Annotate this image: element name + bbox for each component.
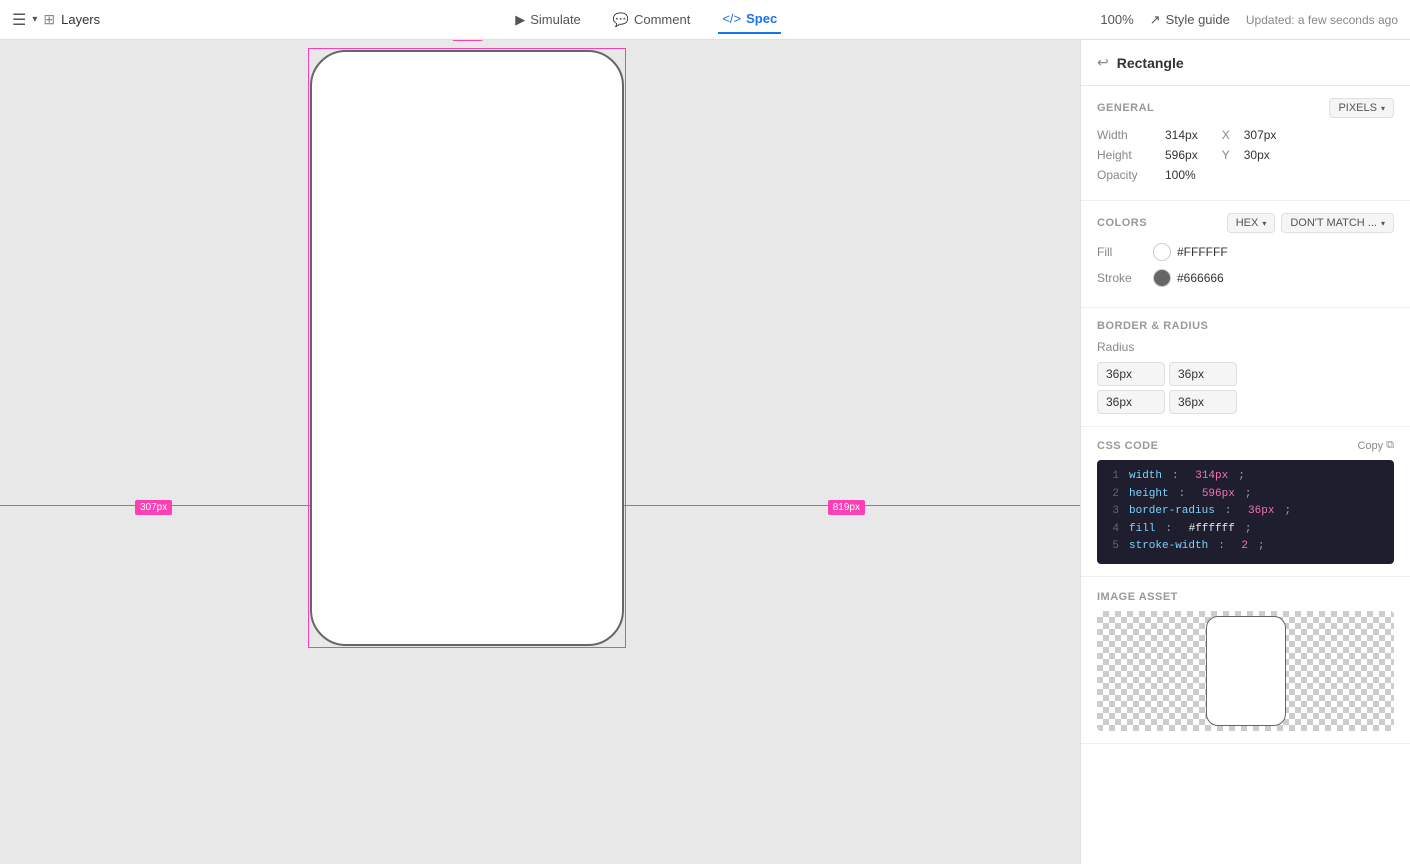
layers-icon: ⊞ bbox=[43, 11, 55, 28]
css-header-row: CSS CODE Copy ⧉ bbox=[1097, 439, 1394, 452]
external-link-icon: ↗ bbox=[1150, 12, 1161, 28]
image-asset-section: IMAGE ASSET bbox=[1081, 577, 1410, 744]
nav-simulate[interactable]: ▶ Simulate bbox=[511, 6, 585, 34]
dont-match-dropdown-arrow: ▾ bbox=[1381, 219, 1385, 228]
colors-label: COLORS bbox=[1097, 217, 1147, 229]
updated-text: Updated: a few seconds ago bbox=[1246, 13, 1398, 27]
width-label: Width bbox=[1097, 128, 1157, 142]
x-value: 307px bbox=[1244, 128, 1277, 142]
rect-container: 38px bbox=[310, 50, 625, 646]
x-label: X bbox=[1222, 128, 1230, 142]
copy-icon: ⧉ bbox=[1386, 439, 1394, 452]
code-line-2: 2 height: 596px; bbox=[1107, 486, 1384, 504]
general-section: GENERAL PIXELS ▾ Width 314px X 307px Hei… bbox=[1081, 86, 1410, 201]
height-label: Height bbox=[1097, 148, 1157, 162]
code-line-4: 4 fill: #ffffff; bbox=[1107, 521, 1384, 539]
radius-label: Radius bbox=[1097, 340, 1157, 354]
fill-row: Fill #FFFFFF bbox=[1097, 243, 1394, 261]
panel-header: ↩ Rectangle bbox=[1081, 40, 1410, 86]
y-value: 30px bbox=[1244, 148, 1270, 162]
opacity-value: 100% bbox=[1165, 168, 1196, 182]
comment-icon: 💬 bbox=[613, 12, 629, 28]
stroke-swatch bbox=[1153, 269, 1171, 287]
radius-tl: 36px bbox=[1097, 362, 1165, 386]
image-asset-preview bbox=[1206, 616, 1286, 726]
css-code-label: CSS CODE bbox=[1097, 440, 1158, 452]
image-asset-area bbox=[1097, 611, 1394, 731]
hex-dropdown-arrow: ▾ bbox=[1262, 219, 1266, 228]
measure-top-label: 38px bbox=[452, 40, 484, 41]
height-row: Height 596px Y 30px bbox=[1097, 148, 1394, 162]
fill-value: #FFFFFF bbox=[1177, 245, 1228, 259]
opacity-label: Opacity bbox=[1097, 168, 1157, 182]
topbar-center: ▶ Simulate 💬 Comment </> Spec bbox=[200, 5, 1092, 34]
code-line-3: 3 border-radius: 36px; bbox=[1107, 503, 1384, 521]
width-row: Width 314px X 307px bbox=[1097, 128, 1394, 142]
measure-right-label: 819px bbox=[828, 500, 865, 515]
chevron-down-icon[interactable]: ▾ bbox=[32, 14, 37, 25]
dont-match-dropdown[interactable]: DON'T MATCH ... ▾ bbox=[1281, 213, 1394, 233]
main-layout: 38px 307px 819px ↩ Rectangle GENERAL PIX… bbox=[0, 40, 1410, 864]
stroke-value: #666666 bbox=[1177, 271, 1224, 285]
general-label: GENERAL bbox=[1097, 102, 1154, 114]
rectangle-icon: ↩ bbox=[1097, 54, 1109, 71]
radius-bl: 36px bbox=[1097, 390, 1165, 414]
measure-left-label: 307px bbox=[135, 500, 172, 515]
rectangle-element[interactable] bbox=[310, 50, 624, 646]
simulate-icon: ▶ bbox=[515, 12, 525, 28]
copy-button[interactable]: Copy ⧉ bbox=[1357, 439, 1394, 452]
pixels-dropdown[interactable]: PIXELS ▾ bbox=[1329, 98, 1394, 118]
hamburger-icon[interactable]: ☰ bbox=[12, 10, 26, 30]
nav-comment[interactable]: 💬 Comment bbox=[609, 6, 695, 34]
style-guide-button[interactable]: ↗ Style guide bbox=[1150, 12, 1230, 28]
spec-icon: </> bbox=[722, 11, 741, 26]
fill-label: Fill bbox=[1097, 245, 1147, 259]
width-value: 314px bbox=[1165, 128, 1198, 142]
height-value: 596px bbox=[1165, 148, 1198, 162]
radius-br: 36px bbox=[1169, 390, 1237, 414]
border-radius-section: BORDER & RADIUS Radius 36px 36px 36px 36… bbox=[1081, 308, 1410, 427]
nav-spec[interactable]: </> Spec bbox=[718, 5, 781, 34]
pixels-dropdown-arrow: ▾ bbox=[1381, 104, 1385, 113]
canvas-area[interactable]: 38px 307px 819px bbox=[0, 40, 1080, 864]
layers-label: Layers bbox=[61, 12, 100, 27]
image-asset-label: IMAGE ASSET bbox=[1097, 591, 1178, 603]
topbar-right: 100% ↗ Style guide Updated: a few second… bbox=[1100, 12, 1398, 28]
stroke-row: Stroke #666666 bbox=[1097, 269, 1394, 287]
fill-swatch bbox=[1153, 243, 1171, 261]
opacity-row: Opacity 100% bbox=[1097, 168, 1394, 182]
code-line-5: 5 stroke-width: 2; bbox=[1107, 538, 1384, 556]
panel-title: Rectangle bbox=[1117, 55, 1184, 71]
radius-tr: 36px bbox=[1169, 362, 1237, 386]
colors-section: COLORS HEX ▾ DON'T MATCH ... ▾ Fill #FFF… bbox=[1081, 201, 1410, 308]
border-radius-label: BORDER & RADIUS bbox=[1097, 320, 1208, 332]
css-code-section: CSS CODE Copy ⧉ 1 width: 314px; 2 height… bbox=[1081, 427, 1410, 577]
zoom-level[interactable]: 100% bbox=[1100, 12, 1133, 27]
code-line-1: 1 width: 314px; bbox=[1107, 468, 1384, 486]
y-label: Y bbox=[1222, 148, 1230, 162]
topbar: ☰ ▾ ⊞ Layers ▶ Simulate 💬 Comment </> Sp… bbox=[0, 0, 1410, 40]
radius-grid: 36px 36px 36px 36px bbox=[1097, 362, 1237, 414]
hex-dropdown[interactable]: HEX ▾ bbox=[1227, 213, 1276, 233]
right-panel: ↩ Rectangle GENERAL PIXELS ▾ Width 314px… bbox=[1080, 40, 1410, 864]
css-code-block: 1 width: 314px; 2 height: 596px; 3 borde… bbox=[1097, 460, 1394, 564]
stroke-label: Stroke bbox=[1097, 271, 1147, 285]
topbar-left: ☰ ▾ ⊞ Layers bbox=[12, 10, 192, 30]
